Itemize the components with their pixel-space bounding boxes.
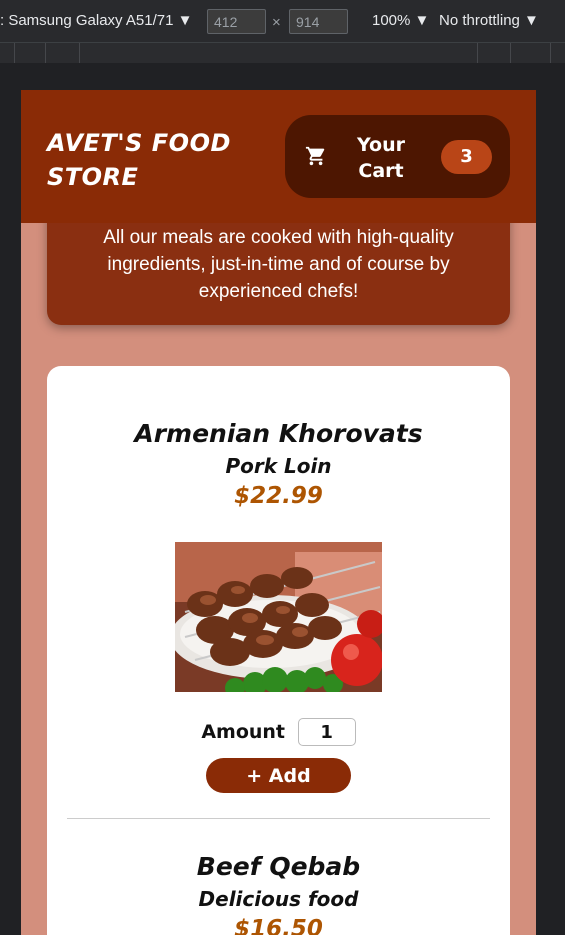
summary-text: All our meals are cooked with high-quali… — [103, 227, 454, 302]
meal-name: Beef Qebab — [196, 852, 361, 881]
meals-list: Armenian Khorovats Pork Loin $22.99 Amou… — [47, 366, 510, 935]
zoom-select[interactable]: 100% ▼ — [372, 12, 429, 29]
devtools-device-toolbar: : Samsung Galaxy A51/71 ▼ 412 × 914 100%… — [0, 0, 565, 42]
add-to-cart-button[interactable]: + Add — [206, 758, 351, 793]
meal-description: Pork Loin — [225, 454, 332, 478]
amount-input[interactable] — [297, 718, 356, 746]
viewport-height-input[interactable]: 914 — [289, 9, 348, 34]
meal-description: Delicious food — [198, 887, 359, 911]
cart-icon — [305, 146, 325, 166]
meal-price: $22.99 — [234, 483, 323, 509]
meal-item: Beef Qebab Delicious food $16.50 — [67, 851, 490, 935]
viewport-width-input[interactable]: 412 — [207, 9, 266, 34]
meal-photo — [175, 542, 382, 692]
cart-count-badge: 3 — [441, 140, 492, 174]
amount-label: Amount — [201, 721, 286, 743]
meal-item: Armenian Khorovats Pork Loin $22.99 Amou… — [67, 418, 490, 793]
device-viewport: AVET'S FOOD STORE Your Cart 3 All our me… — [21, 90, 536, 935]
throttling-select[interactable]: No throttling ▼ — [439, 12, 539, 29]
media-query-ruler — [0, 42, 565, 63]
app-header: AVET'S FOOD STORE Your Cart 3 — [21, 90, 536, 223]
amount-row: Amount — [67, 718, 490, 748]
cart-button[interactable]: Your Cart 3 — [285, 115, 510, 198]
cart-label: Your Cart — [357, 134, 405, 182]
meal-price: $16.50 — [234, 916, 323, 935]
meal-divider — [67, 818, 490, 819]
store-logo: AVET'S FOOD STORE — [47, 129, 231, 191]
meal-name: Armenian Khorovats — [134, 419, 423, 448]
device-select[interactable]: : Samsung Galaxy A51/71 ▼ — [0, 12, 192, 29]
dimension-separator: × — [272, 14, 281, 31]
